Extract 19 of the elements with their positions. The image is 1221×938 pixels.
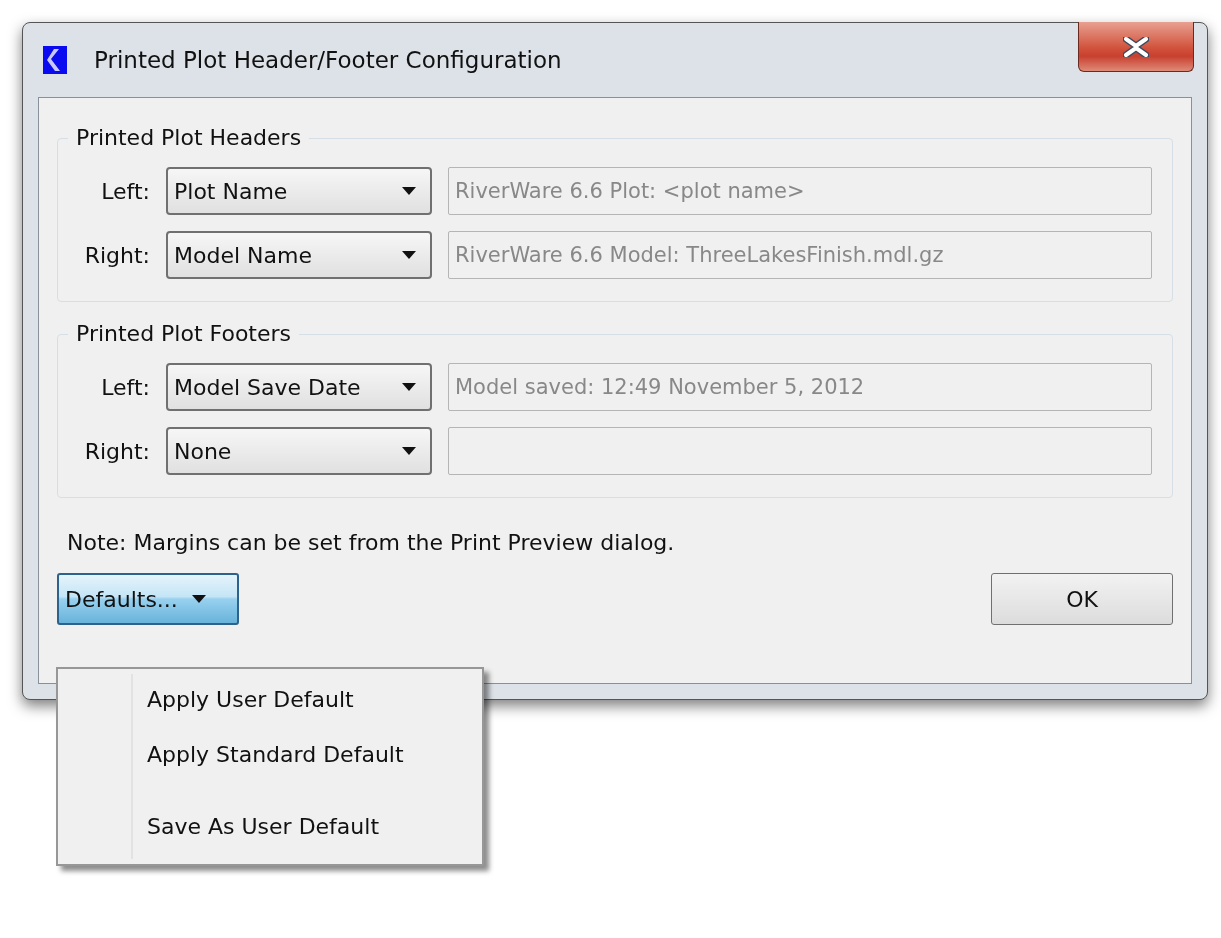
caret-icon	[402, 251, 416, 259]
menu-item[interactable]: Save As User Default	[133, 813, 477, 841]
caret-icon	[402, 187, 416, 195]
window-title: Printed Plot Header/Footer Configuration	[94, 47, 562, 73]
defaults-button[interactable]: Defaults...	[57, 573, 239, 625]
caret-icon	[402, 383, 416, 391]
caret-icon	[191, 595, 206, 603]
menu-item[interactable]: Apply Standard Default	[133, 741, 477, 769]
app-logo-icon	[43, 46, 67, 74]
ok-button[interactable]: OK	[991, 573, 1173, 625]
field-label: Left:	[100, 374, 150, 400]
caret-icon	[402, 447, 416, 455]
note-text: Note: Margins can be set from the Print Preview dialog.	[66, 530, 676, 555]
close-button[interactable]	[1078, 22, 1194, 72]
field-label: Right:	[83, 438, 150, 464]
close-icon	[1123, 36, 1149, 57]
menu-item[interactable]: Apply User Default	[133, 686, 477, 714]
field-label: Left:	[100, 178, 150, 204]
field-label: Right:	[83, 242, 150, 268]
